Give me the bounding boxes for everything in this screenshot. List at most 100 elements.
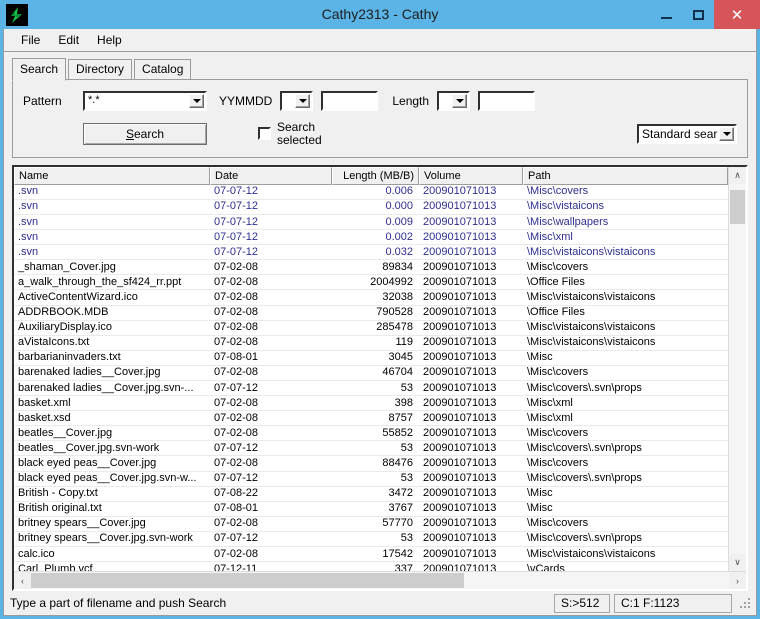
- cell-length: 32038: [332, 291, 419, 304]
- cell-name: britney spears__Cover.jpg.svn-work: [14, 532, 210, 545]
- column-header-volume[interactable]: Volume: [419, 167, 523, 185]
- pattern-input[interactable]: *.*: [85, 93, 188, 109]
- chevron-down-icon: [299, 99, 307, 103]
- cell-date: 07-02-08: [210, 261, 332, 274]
- scroll-down-button[interactable]: ∨: [729, 554, 746, 571]
- length-operator-combobox[interactable]: [437, 91, 470, 111]
- table-row[interactable]: ADDRBOOK.MDB07-02-08790528200901071013\O…: [14, 306, 728, 321]
- table-row[interactable]: .svn07-07-120.002200901071013\Misc\xml: [14, 230, 728, 245]
- table-row[interactable]: britney spears__Cover.jpg07-02-085777020…: [14, 517, 728, 532]
- table-row[interactable]: a_walk_through_the_sf424_rr.ppt07-02-082…: [14, 275, 728, 290]
- horizontal-scroll-track[interactable]: [31, 572, 729, 589]
- date-operator-dropdown-arrow[interactable]: [295, 94, 310, 108]
- cell-name: beatles__Cover.jpg: [14, 427, 210, 440]
- table-row[interactable]: .svn07-07-120.006200901071013\Misc\cover…: [14, 185, 728, 200]
- horizontal-scroll-thumb[interactable]: [31, 573, 464, 588]
- column-header-date[interactable]: Date: [210, 167, 332, 185]
- table-row[interactable]: basket.xml07-02-08398200901071013\Misc\x…: [14, 396, 728, 411]
- table-row[interactable]: aVistaIcons.txt07-02-08119200901071013\M…: [14, 336, 728, 351]
- cell-date: 07-02-08: [210, 427, 332, 440]
- pattern-dropdown-arrow[interactable]: [189, 94, 204, 108]
- cell-date: 07-02-08: [210, 517, 332, 530]
- menu-item-file[interactable]: File: [12, 31, 49, 49]
- results-columns: Name Date Length (MB/B) Volume Path .svn…: [14, 167, 728, 571]
- cell-volume: 200901071013: [419, 336, 523, 349]
- table-row[interactable]: .svn07-07-120.000200901071013\Misc\vista…: [14, 200, 728, 215]
- cell-path: \Misc\covers\.svn\props: [523, 472, 728, 485]
- title-bar[interactable]: Cathy2313 - Cathy ✕: [0, 0, 760, 29]
- tab-directory[interactable]: Directory: [68, 59, 132, 80]
- table-row[interactable]: beatles__Cover.jpg07-02-0855852200901071…: [14, 426, 728, 441]
- cell-length: 88476: [332, 457, 419, 470]
- scroll-up-button[interactable]: ∧: [729, 167, 746, 184]
- column-header-row: Name Date Length (MB/B) Volume Path: [14, 167, 728, 185]
- search-button[interactable]: Search: [83, 123, 207, 145]
- table-row[interactable]: black eyed peas__Cover.jpg07-02-08884762…: [14, 456, 728, 471]
- table-row[interactable]: British original.txt07-08-01376720090107…: [14, 502, 728, 517]
- table-row[interactable]: britney spears__Cover.jpg.svn-work07-07-…: [14, 532, 728, 547]
- table-row[interactable]: black eyed peas__Cover.jpg.svn-w...07-07…: [14, 472, 728, 487]
- scroll-left-button[interactable]: ‹: [14, 572, 31, 589]
- cell-date: 07-07-12: [210, 216, 332, 229]
- menu-bar: File Edit Help: [4, 29, 756, 51]
- search-button-label: Search: [126, 127, 164, 141]
- column-header-path[interactable]: Path: [523, 167, 728, 185]
- cell-date: 07-07-12: [210, 200, 332, 213]
- search-mode-dropdown-arrow[interactable]: [719, 127, 734, 141]
- length-value-input[interactable]: [478, 91, 535, 111]
- table-row[interactable]: calc.ico07-02-0817542200901071013\Misc\v…: [14, 547, 728, 562]
- column-header-name[interactable]: Name: [14, 167, 210, 185]
- tab-catalog[interactable]: Catalog: [134, 59, 191, 80]
- cell-length: 53: [332, 382, 419, 395]
- vertical-scrollbar[interactable]: ∧ ∨: [728, 167, 746, 571]
- cell-name: black eyed peas__Cover.jpg: [14, 457, 210, 470]
- cell-path: \Misc\vistaicons\vistaicons: [523, 246, 728, 259]
- table-row[interactable]: barbarianinvaders.txt07-08-0130452009010…: [14, 351, 728, 366]
- cell-volume: 200901071013: [419, 412, 523, 425]
- table-row[interactable]: .svn07-07-120.009200901071013\Misc\wallp…: [14, 215, 728, 230]
- scroll-right-button[interactable]: ›: [729, 572, 746, 589]
- search-mode-value[interactable]: Standard search: [639, 126, 718, 142]
- close-button[interactable]: ✕: [714, 0, 760, 29]
- table-row[interactable]: barenaked ladies__Cover.jpg07-02-0846704…: [14, 366, 728, 381]
- length-operator-dropdown-arrow[interactable]: [452, 94, 467, 108]
- table-row[interactable]: beatles__Cover.jpg.svn-work07-07-1253200…: [14, 441, 728, 456]
- pattern-combobox[interactable]: *.*: [83, 91, 207, 111]
- tab-zone: Search Directory Catalog Pattern *.* YYM…: [4, 54, 756, 159]
- column-header-length[interactable]: Length (MB/B): [332, 167, 419, 185]
- date-operator-combobox[interactable]: [280, 91, 313, 111]
- search-selected-checkbox[interactable]: [258, 127, 271, 140]
- search-selected-checkbox-group[interactable]: Search selected: [258, 121, 322, 147]
- maximize-button[interactable]: [682, 0, 714, 29]
- table-row[interactable]: Carl_Plumb.vcf07-12-11337200901071013\vC…: [14, 562, 728, 571]
- cell-length: 0.002: [332, 231, 419, 244]
- table-row[interactable]: British - Copy.txt07-08-2234722009010710…: [14, 487, 728, 502]
- tab-search[interactable]: Search: [12, 58, 66, 81]
- cell-length: 0.009: [332, 216, 419, 229]
- cell-length: 57770: [332, 517, 419, 530]
- cell-volume: 200901071013: [419, 487, 523, 500]
- date-value-input[interactable]: [321, 91, 378, 111]
- horizontal-scrollbar[interactable]: ‹ ›: [14, 571, 746, 589]
- cell-volume: 200901071013: [419, 291, 523, 304]
- cell-volume: 200901071013: [419, 216, 523, 229]
- cell-name: barbarianinvaders.txt: [14, 351, 210, 364]
- table-row[interactable]: AuxiliaryDisplay.ico07-02-08285478200901…: [14, 321, 728, 336]
- date-operator-value[interactable]: [282, 93, 294, 109]
- resize-grip-icon[interactable]: [738, 596, 752, 610]
- cell-path: \Misc\vistaicons\vistaicons: [523, 321, 728, 334]
- minimize-button[interactable]: [650, 0, 682, 29]
- vertical-scroll-track[interactable]: [729, 184, 746, 554]
- table-row[interactable]: ActiveContentWizard.ico07-02-08320382009…: [14, 290, 728, 305]
- cell-date: 07-07-12: [210, 532, 332, 545]
- search-mode-combobox[interactable]: Standard search: [637, 124, 737, 144]
- table-row[interactable]: _shaman_Cover.jpg07-02-08898342009010710…: [14, 260, 728, 275]
- vertical-scroll-thumb[interactable]: [730, 190, 745, 224]
- table-row[interactable]: .svn07-07-120.032200901071013\Misc\vista…: [14, 245, 728, 260]
- menu-item-help[interactable]: Help: [88, 31, 131, 49]
- length-operator-value[interactable]: [439, 93, 451, 109]
- menu-item-edit[interactable]: Edit: [49, 31, 88, 49]
- table-row[interactable]: basket.xsd07-02-088757200901071013\Misc\…: [14, 411, 728, 426]
- results-list[interactable]: Name Date Length (MB/B) Volume Path .svn…: [12, 165, 748, 591]
- table-row[interactable]: barenaked ladies__Cover.jpg.svn-...07-07…: [14, 381, 728, 396]
